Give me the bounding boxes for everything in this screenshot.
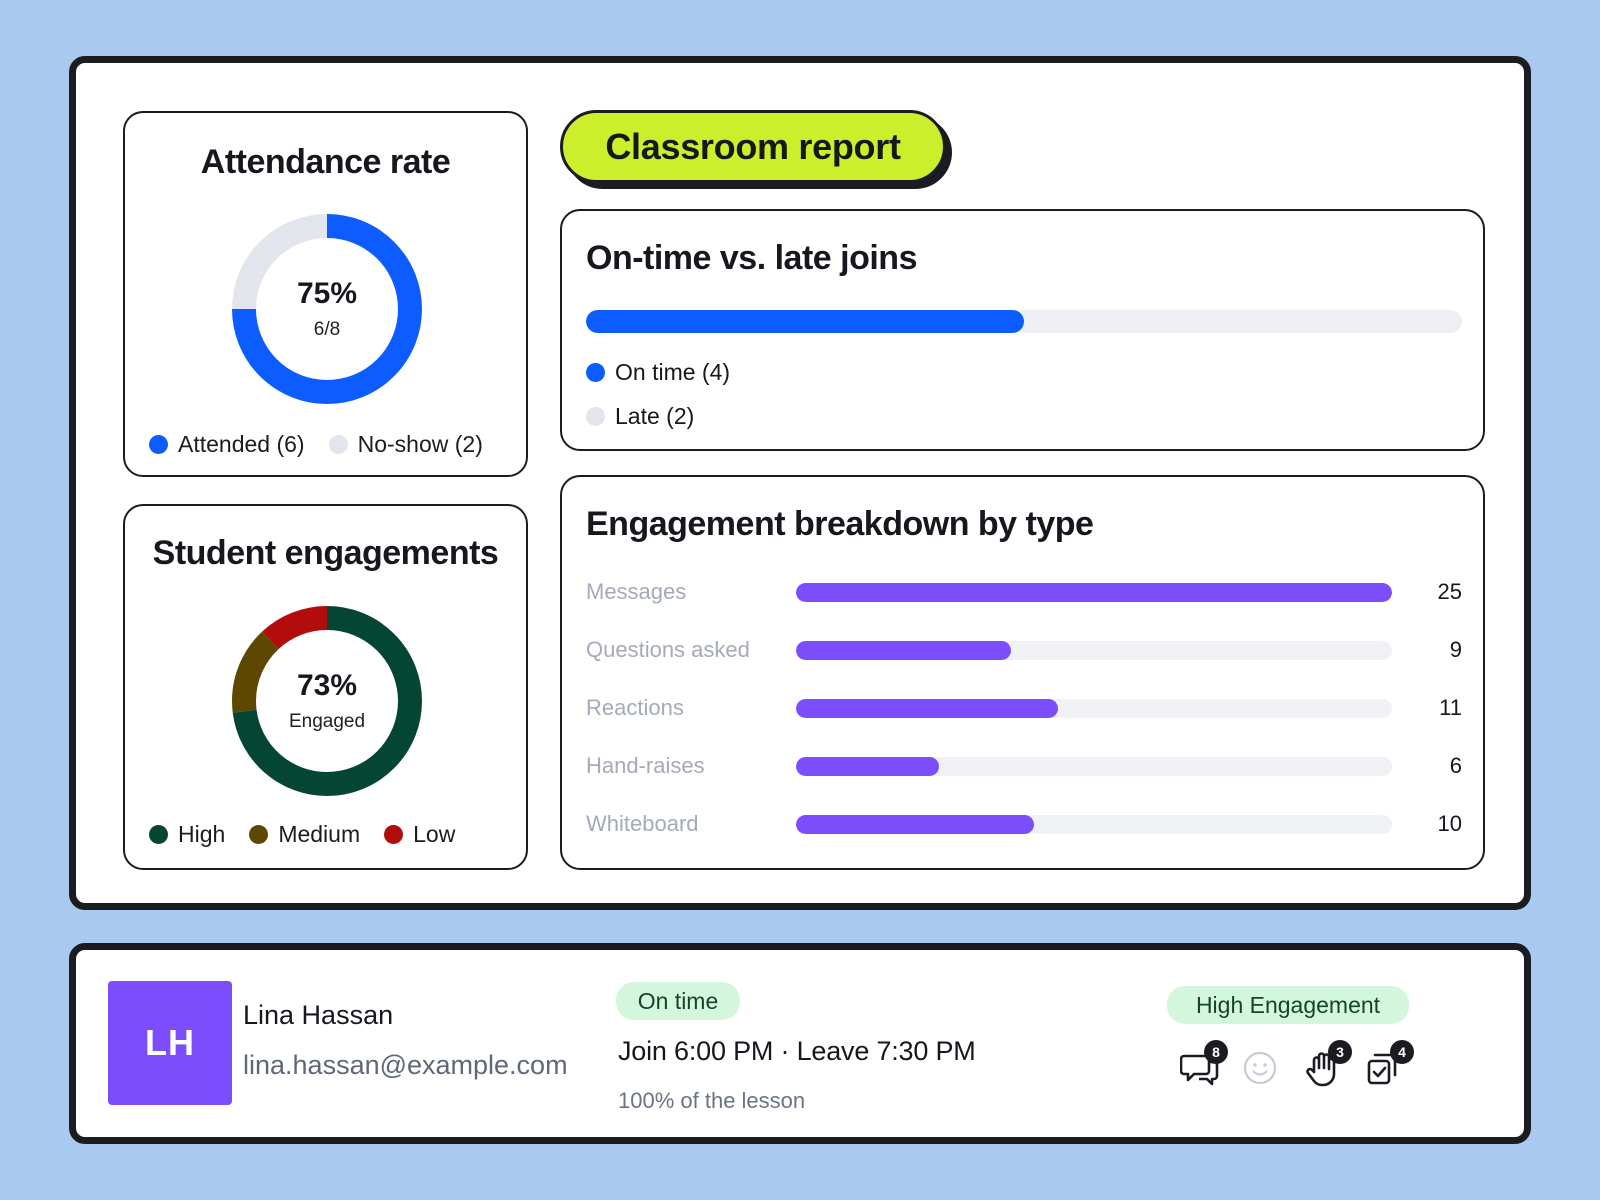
join-leave-times: Join 6:00 PM · Leave 7:30 PM <box>618 1036 976 1066</box>
legend-medium: Medium <box>249 821 360 848</box>
breakdown-value-hand-raises: 6 <box>1449 753 1462 778</box>
breakdown-row-reactions: Reactions 11 <box>586 693 1462 723</box>
legend-no-show-label: No-show (2) <box>357 431 483 457</box>
breakdown-card: Engagement breakdown by type Messages 25 Q… <box>560 475 1485 870</box>
breakdown-bar-reactions <box>796 699 1059 718</box>
high-swatch <box>149 825 168 844</box>
breakdown-bar-messages <box>796 583 1392 602</box>
engagement-legend: High Medium Low <box>149 821 479 848</box>
legend-medium-label: Medium <box>278 821 361 847</box>
breakdown-bar-hand-raises <box>796 757 940 776</box>
messages-activity: 8 <box>1180 1040 1228 1090</box>
engagement-donut: 73% Engaged <box>232 606 422 796</box>
breakdown-track-hand-raises <box>796 757 1392 776</box>
messages-count: 8 <box>1204 1040 1228 1064</box>
medium-swatch <box>249 825 269 844</box>
legend-on-time-label: On time (4) <box>615 359 731 385</box>
breakdown-track-reactions <box>796 699 1392 718</box>
breakdown-label-messages: Messages <box>586 579 687 604</box>
breakdown-track-whiteboard <box>796 815 1392 834</box>
engagement-percent: 73% <box>296 669 358 702</box>
breakdown-label-questions-asked: Questions asked <box>586 637 750 662</box>
breakdown-track-questions-asked <box>796 641 1392 660</box>
legend-high-label: High <box>178 821 226 847</box>
student-email: lina.hassan@example.com <box>243 1050 568 1080</box>
breakdown-bar-questions-asked <box>796 641 1011 660</box>
attendance-fraction: 6/8 <box>313 319 341 340</box>
legend-high: High <box>149 821 225 848</box>
legend-late: Late (2) <box>586 403 694 430</box>
attendance-legend: Attended (6) No-show (2) <box>149 431 507 458</box>
breakdown-value-questions-asked: 9 <box>1449 637 1462 662</box>
attendance-title: Attendance rate <box>200 143 451 181</box>
attendance-donut: 75% 6/8 <box>232 214 422 404</box>
legend-attended: Attended (6) <box>149 431 305 458</box>
breakdown-label-hand-raises: Hand-raises <box>586 753 705 778</box>
student-name: Lina Hassan <box>243 1000 394 1030</box>
attendance-card: Attendance rate 75% 6/8 Attended (6) No-… <box>123 111 528 477</box>
legend-on-time: On time (4) <box>586 359 730 386</box>
whiteboard-activity: 4 <box>1366 1040 1414 1090</box>
breakdown-row-whiteboard: Whiteboard 10 <box>586 809 1462 839</box>
report-title-badge: Classroom report <box>560 110 953 190</box>
report-panel: Attendance rate 75% 6/8 Attended (6) No-… <box>69 56 1531 910</box>
ontime-bar-track <box>586 310 1462 333</box>
status-badge: On time <box>616 982 740 1020</box>
avatar: LH <box>108 981 232 1105</box>
legend-attended-label: Attended (6) <box>178 431 305 457</box>
breakdown-title: Engagement breakdown by type <box>586 505 1094 543</box>
breakdown-label-reactions: Reactions <box>586 695 684 720</box>
reactions-activity <box>1242 1046 1286 1090</box>
hand-raises-activity: 3 <box>1304 1040 1352 1090</box>
attended-swatch <box>149 435 168 454</box>
legend-low: Low <box>384 821 455 848</box>
whiteboard-count: 4 <box>1390 1040 1414 1064</box>
engagement-level-badge: High Engagement <box>1167 986 1409 1024</box>
engagement-sub-label: Engaged <box>288 711 366 732</box>
attendance-percent: 75% <box>296 277 358 310</box>
breakdown-row-messages: Messages 25 <box>586 577 1462 607</box>
legend-late-label: Late (2) <box>615 403 695 429</box>
ontime-bar-fill <box>586 310 1024 333</box>
engagement-title: Student engagements <box>152 534 499 572</box>
on-time-swatch <box>586 363 605 382</box>
breakdown-track-messages <box>796 583 1392 602</box>
ontime-card: On-time vs. late joins On time (4) Late … <box>560 209 1485 451</box>
breakdown-bar-whiteboard <box>796 815 1035 834</box>
ontime-title: On-time vs. late joins <box>586 239 917 277</box>
student-row[interactable]: LH Lina Hassan lina.hassan@example.com O… <box>69 943 1531 1144</box>
legend-low-label: Low <box>413 821 456 847</box>
breakdown-row-hand-raises: Hand-raises 6 <box>586 751 1462 781</box>
smiley-icon <box>1243 1051 1277 1085</box>
breakdown-value-messages: 25 <box>1437 579 1462 604</box>
lesson-share: 100% of the lesson <box>618 1088 806 1113</box>
page-title: Classroom report <box>560 110 946 183</box>
hand-raises-count: 3 <box>1328 1040 1352 1064</box>
breakdown-label-whiteboard: Whiteboard <box>586 811 699 836</box>
breakdown-row-questions-asked: Questions asked 9 <box>586 635 1462 665</box>
legend-no-show: No-show (2) <box>328 431 483 458</box>
late-swatch <box>586 407 605 426</box>
breakdown-value-reactions: 11 <box>1439 695 1462 720</box>
no-show-swatch <box>328 435 348 454</box>
low-swatch <box>384 825 404 844</box>
breakdown-value-whiteboard: 10 <box>1437 811 1462 836</box>
engagement-card: Student engagements 73% Engaged High Med… <box>123 504 528 870</box>
